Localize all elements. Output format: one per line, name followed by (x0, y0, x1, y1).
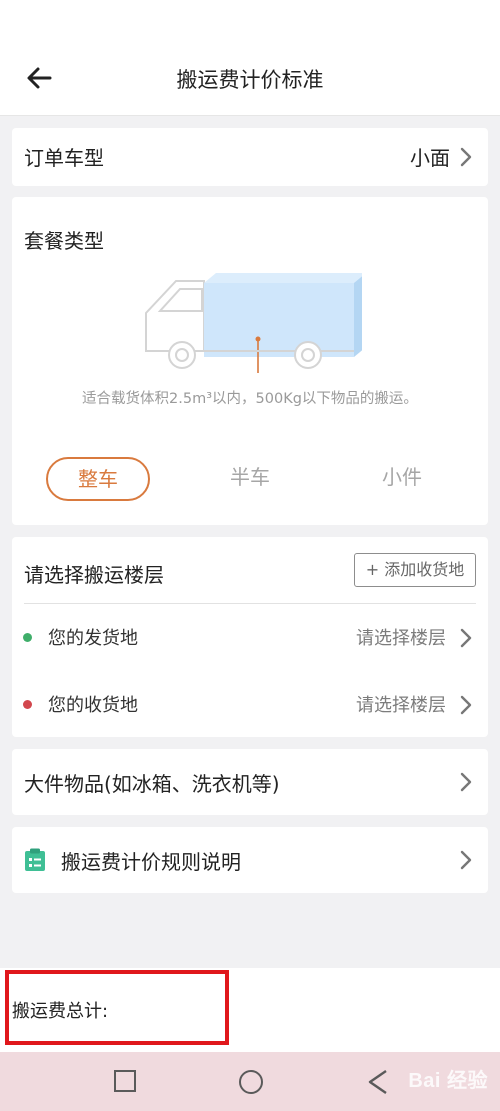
add-delivery-address-button[interactable]: + 添加收货地 (354, 553, 476, 587)
page-title: 搬运费计价标准 (176, 68, 324, 92)
bulky-items-row[interactable]: 大件物品(如冰箱、洗衣机等) (12, 749, 488, 815)
chevron-right-icon (458, 628, 474, 648)
vehicle-type-label: 订单车型 (24, 146, 104, 170)
recent-apps-button[interactable] (114, 1070, 136, 1092)
triangle-back-icon (368, 1070, 387, 1094)
origin-dot-icon (23, 633, 32, 642)
truck-illustration (140, 269, 366, 373)
system-back-button[interactable] (366, 1068, 390, 1096)
chevron-right-icon (458, 147, 474, 167)
chevron-right-icon (458, 772, 474, 792)
watermark: Bai 经验 (408, 1070, 488, 1092)
origin-label: 您的发货地 (48, 628, 138, 649)
total-label: 搬运费总计: (12, 1001, 109, 1022)
chevron-right-icon (458, 850, 474, 870)
tab-full-truck[interactable]: 整车 (46, 457, 150, 501)
pricing-rules-row[interactable]: 搬运费计价规则说明 (12, 827, 488, 893)
destination-floor-value: 请选择楼层 (356, 695, 446, 716)
package-description: 适合载货体积2.5m³以内，500Kg以下物品的搬运。 (82, 391, 418, 407)
package-type-label: 套餐类型 (24, 229, 104, 253)
destination-label: 您的收货地 (48, 695, 138, 716)
divider (24, 603, 476, 604)
package-type-card: 套餐类型 适合载货体积2.5m³以内，500Kg以下物品的搬运。 整车 半车 小… (12, 197, 488, 525)
floor-selection-card: 请选择搬运楼层 + 添加收货地 您的发货地 请选择楼层 您的收货地 请选择楼层 (12, 537, 488, 737)
total-bar: 搬运费总计: (0, 968, 500, 1052)
origin-floor-row[interactable]: 您的发货地 请选择楼层 (12, 614, 488, 660)
destination-floor-row[interactable]: 您的收货地 请选择楼层 (12, 681, 488, 727)
status-bar-area (0, 0, 500, 40)
bulky-items-label: 大件物品(如冰箱、洗衣机等) (24, 772, 280, 796)
chevron-right-icon (458, 695, 474, 715)
floor-selection-title: 请选择搬运楼层 (24, 563, 164, 587)
vehicle-type-row[interactable]: 订单车型 小面 (12, 128, 488, 186)
vehicle-type-value: 小面 (410, 146, 450, 170)
package-tabs: 整车 半车 小件 (12, 453, 488, 503)
origin-floor-value: 请选择楼层 (356, 628, 446, 649)
pricing-rules-label: 搬运费计价规则说明 (61, 850, 241, 874)
tab-half-truck[interactable]: 半车 (198, 457, 302, 501)
tab-small-items[interactable]: 小件 (350, 457, 454, 501)
destination-dot-icon (23, 700, 32, 709)
clipboard-icon (24, 848, 46, 872)
home-button[interactable] (239, 1070, 263, 1094)
page-header: 搬运费计价标准 (0, 40, 500, 116)
